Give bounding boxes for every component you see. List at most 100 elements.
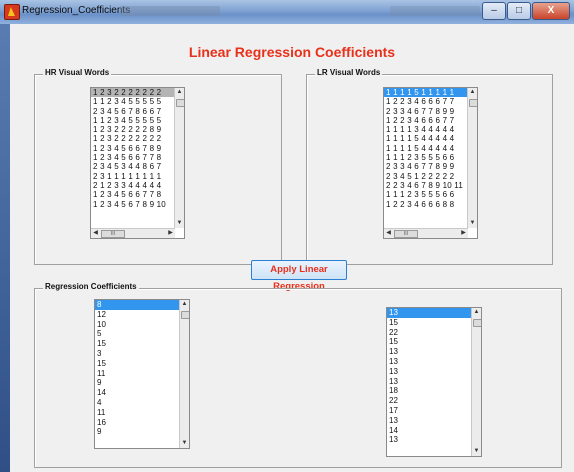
list-item[interactable]: 15 [95,359,189,369]
scroll-left-icon[interactable]: ◀ [91,229,100,238]
window-client-area: Linear Regression Coefficients HR Visual… [10,24,574,472]
scroll-up-icon[interactable]: ▲ [175,88,184,97]
close-button[interactable]: X [532,2,570,20]
list-item[interactable]: 16 [95,418,189,428]
list-item[interactable]: 14 [95,388,189,398]
vertical-scrollbar[interactable]: ▲ ▼ [467,88,477,228]
table-row[interactable]: 1 2 3 4 5 6 6 7 8 9 [91,144,184,153]
table-row[interactable]: 1 2 3 4 5 6 6 7 7 8 [91,153,184,162]
list-item[interactable]: 13 [387,416,481,426]
table-row[interactable]: 2 3 1 1 1 1 1 1 1 1 [91,172,184,181]
panel-title: LR Visual Words [315,68,383,77]
panel-title: Regression Coefficients [43,282,139,291]
table-row[interactable]: 1 1 2 3 4 5 5 5 5 5 [91,116,184,125]
list-item[interactable]: 13 [387,377,481,387]
list-item[interactable]: 13 [387,347,481,357]
list-item[interactable]: 22 [387,396,481,406]
table-row[interactable]: 1 2 2 3 4 6 6 6 7 7 [384,116,477,125]
table-row[interactable]: 2 3 4 5 3 4 4 8 6 7 [91,162,184,171]
scroll-down-icon[interactable]: ▼ [472,447,481,456]
table-row[interactable]: 2 1 2 3 3 4 4 4 4 4 [91,181,184,190]
page-title: Linear Regression Coefficients [188,44,396,60]
list-item[interactable]: 13 [387,435,481,445]
regression-coefficients-right-list[interactable]: 13 15 22 15 13 13 13 13 18 22 17 13 14 13 ▲ ▼ [386,307,482,457]
scroll-down-icon[interactable]: ▼ [175,219,184,228]
list-item[interactable]: 3 [95,349,189,359]
maximize-button[interactable]: □ [507,2,531,20]
blurred-taskbar-text [390,6,480,16]
scroll-up-icon[interactable]: ▲ [468,88,477,97]
table-row[interactable]: 1 1 1 1 5 4 4 4 4 4 [384,134,477,143]
table-row[interactable]: 2 3 4 5 1 2 2 2 2 2 [384,172,477,181]
window-titlebar[interactable]: Regression_Coefficients – □ X [0,0,574,24]
vertical-scrollbar[interactable]: ▲ ▼ [179,300,189,448]
scroll-down-icon[interactable]: ▼ [180,439,189,448]
list-item[interactable]: 11 [95,369,189,379]
scroll-thumb[interactable]: III [394,230,418,238]
horizontal-scrollbar[interactable]: ◀ III ▶ [91,228,175,238]
window-left-border [0,0,10,472]
table-row[interactable]: 2 2 3 4 6 7 8 9 10 11 [384,181,477,190]
list-item[interactable]: 13 [387,357,481,367]
list-item[interactable]: 9 [95,378,189,388]
table-row[interactable]: 1 1 1 2 3 5 5 5 6 6 [384,153,477,162]
matlab-app-icon [4,4,20,20]
list-item[interactable]: 22 [387,328,481,338]
list-item[interactable]: 13 [387,308,481,318]
table-row[interactable]: 1 2 2 3 4 6 6 6 7 7 [384,97,477,106]
scroll-left-icon[interactable]: ◀ [384,229,393,238]
table-row[interactable]: 2 3 3 4 6 7 7 8 9 9 [384,162,477,171]
table-row[interactable]: 1 1 1 1 3 4 4 4 4 4 [384,125,477,134]
list-item[interactable]: 9 [95,427,189,437]
list-item[interactable]: 18 [387,386,481,396]
scroll-thumb[interactable] [176,99,184,107]
left-list-items: 8 12 10 5 15 3 15 11 9 14 4 11 16 9 [95,300,189,437]
list-item[interactable]: 4 [95,398,189,408]
scroll-down-icon[interactable]: ▼ [468,219,477,228]
list-item[interactable]: 10 [95,320,189,330]
list-item[interactable]: 12 [95,310,189,320]
apply-linear-regression-button[interactable]: Apply Linear Regression [251,260,347,292]
list-item[interactable]: 17 [387,406,481,416]
list-item[interactable]: 15 [95,339,189,349]
list-item[interactable]: 14 [387,426,481,436]
table-row[interactable]: 1 2 3 4 5 6 7 8 9 10 [91,200,184,209]
scroll-thumb[interactable] [181,311,189,319]
horizontal-scrollbar[interactable]: ◀ III ▶ [384,228,468,238]
lr-visual-words-table[interactable]: 1 1 1 1 5 1 1 1 1 11 2 2 3 4 6 6 6 7 72 … [383,87,478,239]
scroll-thumb[interactable]: III [101,230,125,238]
table-row[interactable]: 1 1 1 1 5 4 4 4 4 4 [384,144,477,153]
scroll-right-icon[interactable]: ▶ [459,229,468,238]
hr-visual-words-panel: HR Visual Words 1 2 3 2 2 2 2 2 2 21 1 2… [34,68,282,265]
table-row[interactable]: 1 2 3 2 2 2 2 2 2 2 [91,88,184,98]
table-row[interactable]: 2 3 4 5 6 7 8 6 6 7 [91,107,184,116]
scroll-right-icon[interactable]: ▶ [166,229,175,238]
regression-coefficients-left-list[interactable]: 8 12 10 5 15 3 15 11 9 14 4 11 16 9 ▲ ▼ [94,299,190,449]
hr-rows: 1 2 3 2 2 2 2 2 2 21 1 2 3 4 5 5 5 5 52 … [91,88,184,209]
table-row[interactable]: 1 2 3 4 5 6 6 7 7 8 [91,190,184,199]
vertical-scrollbar[interactable]: ▲ ▼ [174,88,184,228]
table-row[interactable]: 1 2 2 3 4 6 6 6 8 8 [384,200,477,209]
window-controls: – □ X [481,2,570,20]
table-row[interactable]: 1 1 2 3 4 5 5 5 5 5 [91,97,184,106]
list-item[interactable]: 15 [387,318,481,328]
scroll-thumb[interactable] [473,319,481,327]
table-row[interactable]: 1 2 3 2 2 2 2 2 8 9 [91,125,184,134]
list-item[interactable]: 13 [387,367,481,377]
regression-coefficients-panel: Regression Coefficients 8 12 10 5 15 3 15 11 9 14… [34,282,562,468]
table-row[interactable]: 1 1 1 1 5 1 1 1 1 1 [384,88,477,98]
list-item[interactable]: 8 [95,300,189,310]
table-row[interactable]: 1 2 3 2 2 2 2 2 2 2 [91,134,184,143]
scroll-up-icon[interactable]: ▲ [472,308,481,317]
minimize-button[interactable]: – [482,2,506,20]
scroll-thumb[interactable] [469,99,477,107]
scroll-up-icon[interactable]: ▲ [180,300,189,309]
table-row[interactable]: 1 1 1 2 3 5 5 5 6 6 [384,190,477,199]
vertical-scrollbar[interactable]: ▲ ▼ [471,308,481,456]
list-item[interactable]: 5 [95,329,189,339]
right-list-items: 13 15 22 15 13 13 13 13 18 22 17 13 14 13 [387,308,481,445]
table-row[interactable]: 2 3 3 4 6 7 7 8 9 9 [384,107,477,116]
list-item[interactable]: 15 [387,337,481,347]
hr-visual-words-table[interactable]: 1 2 3 2 2 2 2 2 2 21 1 2 3 4 5 5 5 5 52 … [90,87,185,239]
list-item[interactable]: 11 [95,408,189,418]
